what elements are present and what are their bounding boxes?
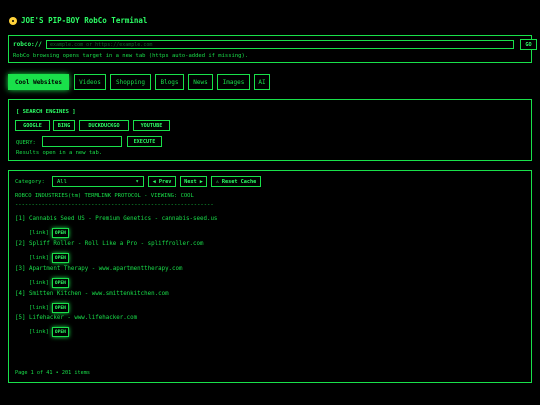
radiation-icon bbox=[9, 16, 17, 25]
google-button[interactable]: GOOGLE bbox=[15, 120, 50, 131]
youtube-button[interactable]: YOUTUBE bbox=[133, 120, 170, 131]
list-item-link-row: [link] OPEN bbox=[29, 253, 69, 263]
category-label: Category: bbox=[15, 179, 45, 185]
list-item[interactable]: [1] Cannabis Seed US - Premium Genetics … bbox=[15, 216, 217, 222]
results-panel: Category: All ▾ ◀ Prev Next ▶ ⚠ Reset Ca… bbox=[8, 170, 532, 383]
list-item-link-row: [link] OPEN bbox=[29, 228, 69, 238]
link-text[interactable]: [link] bbox=[29, 230, 49, 236]
search-panel: [ SEARCH ENGINES ] GOOGLE BING DUCKDUCKG… bbox=[8, 99, 532, 161]
next-button[interactable]: Next ▶ bbox=[180, 176, 207, 187]
list-item[interactable]: [4] Smitten Kitchen - www.smittenkitchen… bbox=[15, 291, 169, 297]
category-select[interactable]: All ▾ bbox=[52, 176, 144, 187]
tab-news[interactable]: News bbox=[188, 74, 213, 90]
url-help-text: RobCo browsing opens target in a new tab… bbox=[13, 53, 249, 59]
tab-shopping[interactable]: Shopping bbox=[110, 74, 151, 90]
tab-cool-websites[interactable]: Cool Websites bbox=[8, 74, 69, 90]
search-note: Results open in a new tab. bbox=[16, 150, 103, 156]
open-button[interactable]: OPEN bbox=[51, 228, 69, 238]
tab-images[interactable]: Images bbox=[217, 74, 250, 90]
page-info: Page 1 of 41 • 201 items bbox=[15, 370, 90, 376]
app-title: JOE'S PIP-BOY RobCo Terminal bbox=[9, 16, 147, 25]
link-text[interactable]: [link] bbox=[29, 305, 49, 311]
link-text[interactable]: [link] bbox=[29, 280, 49, 286]
list-item-link-row: [link] OPEN bbox=[29, 278, 69, 288]
list-item[interactable]: [3] Apartment Therapy - www.apartmentthe… bbox=[15, 266, 183, 272]
list-item[interactable]: [5] Lifehacker - www.lifehacker.com bbox=[15, 315, 137, 321]
query-input[interactable] bbox=[42, 136, 122, 147]
bing-button[interactable]: BING bbox=[53, 120, 75, 131]
tab-ai[interactable]: AI bbox=[254, 74, 270, 90]
app-title-text: JOE'S PIP-BOY RobCo Terminal bbox=[21, 16, 148, 25]
tab-videos[interactable]: Videos bbox=[74, 74, 106, 90]
list-item-link-row: [link] OPEN bbox=[29, 303, 69, 313]
protocol-line: ROBCO INDUSTRIES(tm) TERMLINK PROTOCOL -… bbox=[15, 193, 194, 199]
open-button[interactable]: OPEN bbox=[51, 303, 69, 313]
chevron-down-icon: ▾ bbox=[135, 178, 139, 185]
category-value: All bbox=[57, 178, 67, 185]
link-text[interactable]: [link] bbox=[29, 255, 49, 261]
url-protocol-label: robco:// bbox=[13, 41, 42, 48]
list-item-link-row: [link] OPEN bbox=[29, 327, 69, 337]
execute-button[interactable]: EXECUTE bbox=[127, 136, 162, 147]
tab-blogs[interactable]: Blogs bbox=[155, 74, 184, 90]
prev-button[interactable]: ◀ Prev bbox=[148, 176, 176, 187]
open-button[interactable]: OPEN bbox=[51, 253, 69, 263]
divider: ----------------------------------------… bbox=[15, 202, 214, 208]
list-item[interactable]: [2] Spliff Roller - Roll Like a Pro - sp… bbox=[15, 241, 203, 247]
go-button[interactable]: GO bbox=[520, 39, 537, 50]
query-label: QUERY: bbox=[16, 140, 36, 146]
search-engines-header: [ SEARCH ENGINES ] bbox=[16, 109, 76, 115]
open-button[interactable]: OPEN bbox=[51, 327, 69, 337]
open-button[interactable]: OPEN bbox=[51, 278, 69, 288]
url-input[interactable] bbox=[46, 40, 514, 49]
link-text[interactable]: [link] bbox=[29, 329, 49, 335]
reset-cache-button[interactable]: ⚠ Reset Cache bbox=[211, 176, 261, 187]
url-panel: robco:// GO RobCo browsing opens target … bbox=[8, 35, 537, 63]
duckduckgo-button[interactable]: DUCKDUCKGO bbox=[79, 120, 129, 131]
